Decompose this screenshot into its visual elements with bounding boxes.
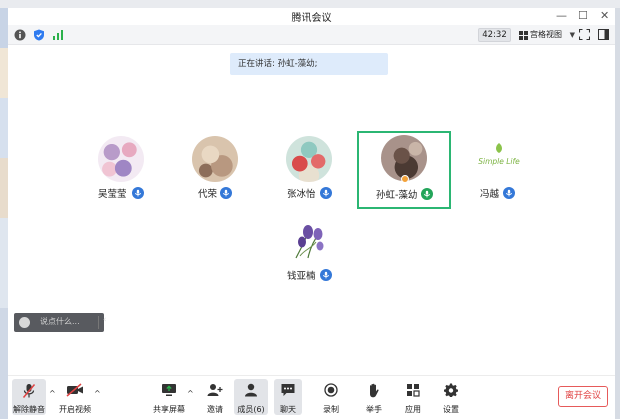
avatar — [286, 136, 332, 182]
window-title: 腾讯会议 — [291, 13, 332, 24]
invite-button[interactable]: 邀请 — [201, 379, 229, 415]
raise-hand-icon — [370, 383, 379, 398]
participant-tile[interactable]: 张冰怡 — [262, 132, 356, 210]
chat-input-placeholder: 说点什么... — [40, 317, 80, 326]
leave-meeting-button[interactable]: 离开会议 — [558, 386, 608, 407]
avatar — [98, 136, 144, 182]
info-icon[interactable] — [14, 29, 26, 41]
invite-user-icon — [207, 384, 223, 396]
collapse-chat-icon[interactable]: ‹ — [103, 315, 107, 325]
simple-life-logo: Simple Life — [478, 143, 520, 166]
mic-icon[interactable] — [503, 187, 515, 199]
members-icon — [245, 383, 257, 397]
mic-icon[interactable] — [132, 187, 144, 199]
avatar — [286, 218, 332, 264]
fullscreen-icon[interactable] — [579, 29, 590, 40]
participant-name: 代荣 — [198, 189, 218, 200]
video-off-icon — [66, 383, 83, 397]
apps-grid-icon — [407, 384, 420, 397]
participant-name: 钱亚楠 — [287, 271, 316, 282]
speaking-mic-icon[interactable] — [421, 188, 433, 200]
settings-button[interactable]: 设置 — [437, 379, 465, 415]
meeting-window: 腾讯会议 — ☐ ✕ 42:32 宫格视图 ▼ 正在讲话: 孙虹-藻幼; 吴莹莹… — [0, 0, 620, 419]
gear-icon — [444, 383, 458, 397]
muted-mic-icon — [22, 384, 36, 398]
mic-icon[interactable] — [220, 187, 232, 199]
video-options-chevron-icon[interactable]: ^ — [94, 389, 101, 398]
participant-tile[interactable]: 吴莹莹 — [74, 132, 168, 210]
emoji-icon[interactable] — [19, 317, 30, 328]
unmute-button[interactable]: 解除静音 — [12, 379, 46, 415]
mic-icon[interactable] — [320, 187, 332, 199]
record-icon — [324, 383, 338, 397]
signal-strength-icon[interactable] — [52, 29, 64, 41]
chevron-down-icon: ▼ — [569, 31, 575, 39]
avatar: Simple Life — [476, 136, 522, 182]
share-screen-button[interactable]: 共享屏幕 — [151, 379, 187, 415]
meeting-timer: 42:32 — [478, 28, 511, 42]
audio-options-chevron-icon[interactable]: ^ — [49, 389, 56, 398]
desktop-background-left — [0, 8, 8, 419]
maximize-icon[interactable]: ☐ — [578, 9, 588, 22]
speaking-indicator: 正在讲话: 孙虹-藻幼; — [230, 53, 388, 75]
participant-tile[interactable]: 代荣 — [168, 132, 262, 210]
record-button[interactable]: 录制 — [317, 379, 345, 415]
share-options-chevron-icon[interactable]: ^ — [187, 389, 194, 398]
mic-icon[interactable] — [320, 269, 332, 281]
avatar — [192, 136, 238, 182]
share-screen-icon — [162, 384, 176, 396]
security-shield-icon[interactable] — [33, 29, 45, 41]
participant-name: 孙虹-藻幼 — [376, 190, 418, 201]
close-icon[interactable]: ✕ — [600, 9, 609, 22]
participant-name: 吴莹莹 — [98, 189, 127, 200]
participant-name: 张冰怡 — [287, 189, 316, 200]
divider — [98, 316, 99, 329]
participant-name: 冯越 — [480, 189, 500, 200]
apps-button[interactable]: 应用 — [399, 379, 427, 415]
meeting-toolbar: 解除静音 ^ 开启视频 ^ 共享屏幕 ^ 邀请 成员(6) 聊天 录制 举手 应… — [8, 375, 615, 419]
members-button[interactable]: 成员(6) — [234, 379, 268, 415]
participant-tile-active-speaker[interactable]: 孙虹-藻幼 — [357, 131, 451, 209]
grid-view-icon — [519, 31, 528, 40]
chat-button[interactable]: 聊天 — [274, 379, 302, 415]
chat-icon — [281, 384, 295, 396]
desktop-background-top — [0, 0, 620, 8]
participant-tile[interactable]: 钱亚楠 — [262, 214, 356, 292]
iris-flower-image — [295, 225, 324, 259]
minimize-icon[interactable]: — — [556, 9, 567, 22]
participant-tile[interactable]: Simple Life 冯越 — [452, 132, 546, 210]
view-mode-label: 宫格视图 — [530, 30, 562, 39]
meeting-info-bar: 42:32 宫格视图 ▼ — [8, 25, 615, 45]
host-badge-icon — [401, 175, 409, 183]
desktop-background-right — [615, 8, 620, 419]
chat-input[interactable]: 说点什么... ‹ — [14, 313, 107, 332]
title-bar: 腾讯会议 — ☐ ✕ — [8, 8, 615, 25]
view-mode-dropdown[interactable]: 宫格视图 ▼ — [515, 28, 578, 42]
svg-text:Simple Life: Simple Life — [478, 157, 520, 166]
side-panel-icon[interactable] — [598, 29, 609, 40]
start-video-button[interactable]: 开启视频 — [57, 379, 93, 415]
raise-hand-button[interactable]: 举手 — [360, 379, 388, 415]
